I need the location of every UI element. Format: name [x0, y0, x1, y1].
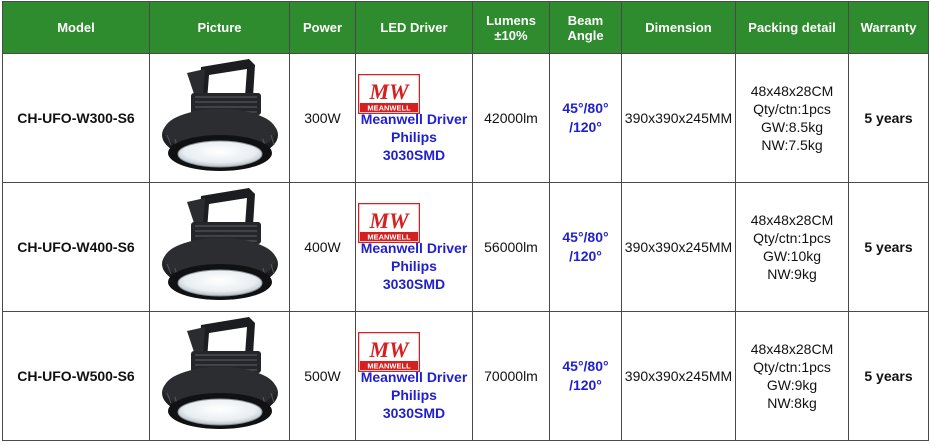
beam-line-1: 45°/80°: [562, 229, 609, 245]
packing-line-4: NW:9kg: [767, 266, 817, 282]
logo-mark: MW: [368, 79, 410, 104]
beam-angle-cell: 45°/80° /120°: [549, 311, 622, 441]
header-model: Model: [2, 1, 150, 54]
packing-line-1: 48x48x28CM: [750, 83, 834, 99]
driver-line-1: Meanwell Driver: [360, 111, 468, 127]
led-driver-cell: MW MEANWELL Meanwell Driver Philips 3030…: [355, 311, 473, 441]
header-power: Power: [289, 1, 356, 54]
driver-line-3: 3030SMD: [382, 147, 446, 163]
picture-cell: [149, 311, 290, 441]
packing-line-2: Qty/ctn:1pcs: [753, 230, 831, 246]
beam-line-1: 45°/80°: [562, 358, 609, 374]
packing-cell: 48x48x28CM Qty/ctn:1pcs GW:10kg NW:9kg: [735, 182, 849, 312]
packing-line-2: Qty/ctn:1pcs: [753, 359, 831, 375]
packing-line-3: GW:8.5kg: [761, 119, 823, 135]
model-cell: CH-UFO-W300-S6: [2, 53, 150, 183]
beam-line-1: 45°/80°: [562, 100, 609, 116]
packing-line-4: NW:7.5kg: [761, 137, 823, 153]
driver-line-2: Philips: [391, 387, 437, 403]
lumens-cell: 70000lm: [472, 311, 550, 441]
beam-line-2: /120°: [569, 377, 602, 393]
table-row: CH-UFO-W400-S6 400W MW MEANWELL Meanwell…: [2, 182, 929, 312]
product-spec-table: Model Picture Power LED Driver Lumens ±1…: [2, 1, 929, 441]
driver-line-3: 3030SMD: [382, 276, 446, 292]
dimension-cell: 390x390x245MM: [621, 53, 736, 183]
header-warranty: Warranty: [848, 1, 929, 54]
packing-cell: 48x48x28CM Qty/ctn:1pcs GW:9kg NW:8kg: [735, 311, 849, 441]
packing-line-3: GW:10kg: [762, 248, 822, 264]
lumens-cell: 42000lm: [472, 53, 550, 183]
led-driver-cell: MW MEANWELL Meanwell Driver Philips 3030…: [355, 53, 473, 183]
driver-line-1: Meanwell Driver: [360, 240, 468, 256]
packing-cell: 48x48x28CM Qty/ctn:1pcs GW:8.5kg NW:7.5k…: [735, 53, 849, 183]
header-picture: Picture: [149, 1, 290, 54]
driver-line-1: Meanwell Driver: [360, 369, 468, 385]
header-packing: Packing detail: [735, 1, 849, 54]
meanwell-logo: MW MEANWELL: [358, 203, 420, 243]
packing-line-4: NW:8kg: [767, 395, 817, 411]
header-lumens-line1: Lumens: [486, 12, 536, 28]
beam-line-2: /120°: [569, 248, 602, 264]
header-lumens: Lumens ±10%: [472, 1, 550, 54]
header-lumens-line2: ±10%: [494, 27, 528, 43]
header-beam-angle: Beam Angle: [549, 1, 622, 54]
power-cell: 500W: [289, 311, 356, 441]
table-row: CH-UFO-W500-S6 500W MW MEANWELL Meanwell…: [2, 311, 929, 441]
beam-line-2: /120°: [569, 119, 602, 135]
meanwell-logo: MW MEANWELL: [358, 332, 420, 372]
logo-mark: MW: [368, 208, 410, 233]
ufo-high-bay-light-image: [161, 188, 278, 300]
header-beam-line1: Beam: [567, 12, 604, 28]
led-driver-cell: MW MEANWELL Meanwell Driver Philips 3030…: [355, 182, 473, 312]
packing-line-3: GW:9kg: [766, 377, 818, 393]
power-cell: 400W: [289, 182, 356, 312]
packing-line-1: 48x48x28CM: [750, 341, 834, 357]
warranty-cell: 5 years: [848, 311, 929, 441]
header-dimension: Dimension: [621, 1, 736, 54]
model-cell: CH-UFO-W400-S6: [2, 182, 150, 312]
beam-angle-cell: 45°/80° /120°: [549, 53, 622, 183]
model-cell: CH-UFO-W500-S6: [2, 311, 150, 441]
ufo-high-bay-light-image: [161, 317, 278, 429]
warranty-cell: 5 years: [848, 53, 929, 183]
dimension-cell: 390x390x245MM: [621, 311, 736, 441]
ufo-high-bay-light-image: [161, 59, 278, 171]
driver-line-3: 3030SMD: [382, 405, 446, 421]
packing-line-1: 48x48x28CM: [750, 212, 834, 228]
meanwell-logo: MW MEANWELL: [358, 74, 420, 114]
power-cell: 300W: [289, 53, 356, 183]
beam-angle-cell: 45°/80° /120°: [549, 182, 622, 312]
driver-line-2: Philips: [391, 129, 437, 145]
picture-cell: [149, 53, 290, 183]
table-row: CH-UFO-W300-S6 300W MW MEANWELL Meanwell…: [2, 53, 929, 183]
lumens-cell: 56000lm: [472, 182, 550, 312]
header-led-driver: LED Driver: [355, 1, 473, 54]
dimension-cell: 390x390x245MM: [621, 182, 736, 312]
packing-line-2: Qty/ctn:1pcs: [753, 101, 831, 117]
picture-cell: [149, 182, 290, 312]
logo-mark: MW: [368, 337, 410, 362]
driver-line-2: Philips: [391, 258, 437, 274]
header-row: Model Picture Power LED Driver Lumens ±1…: [2, 1, 929, 54]
warranty-cell: 5 years: [848, 182, 929, 312]
header-beam-line2: Angle: [567, 27, 604, 43]
